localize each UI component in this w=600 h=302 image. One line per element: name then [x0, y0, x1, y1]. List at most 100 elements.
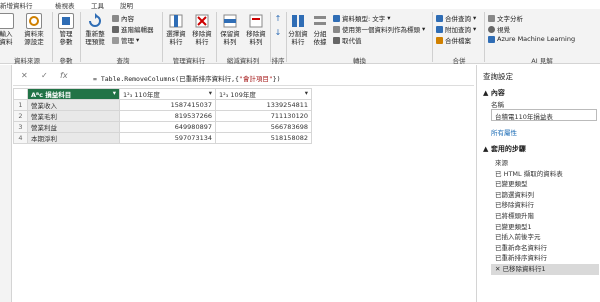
chevron-down-icon: ▾: [136, 36, 140, 44]
table-row[interactable]: 1 營業收入 1587415037 1339254811: [13, 99, 312, 111]
applied-steps-list: 來源 已 HTML 擷取的資料表 已變更類型 已篩選資料列 已移除資料行 已將標…: [491, 158, 599, 275]
azure-ml-button[interactable]: Azure Machine Learning: [488, 35, 575, 43]
ribbon-tabs: 新增資料行 檢視表 工具 說明: [0, 0, 600, 10]
sort-descending-button[interactable]: ↓: [272, 29, 284, 37]
query-settings-pane: 查詢設定 ▲ 內容 名稱 台積電110年損益表 所有屬性 ▲ 套用的步驟 來源 …: [476, 65, 600, 302]
column-header[interactable]: Aᴮc 損益科目 ▾: [27, 88, 120, 100]
append-icon: [436, 25, 443, 33]
advanced-editor-button[interactable]: 進階編輯器: [112, 24, 154, 34]
use-first-row-as-headers-button[interactable]: 使用第一個資料列作為標頭 ▾: [333, 24, 425, 34]
step-item[interactable]: 已重新排序資料行: [491, 253, 599, 264]
data-type-dropdown[interactable]: 資料類型: 文字 ▾: [333, 13, 391, 23]
properties-icon: [112, 14, 119, 22]
flask-icon: [488, 35, 495, 43]
editor-icon: [112, 25, 119, 33]
remove-columns-button[interactable]: 移除資 料行: [189, 13, 215, 46]
choose-columns-button[interactable]: 選擇資 料行: [163, 13, 189, 46]
text-type-icon: Aᴮc: [31, 91, 46, 99]
refresh-preview-button[interactable]: 重新整 理預覽: [82, 13, 108, 46]
chevron-down-icon[interactable]: ▾: [209, 89, 212, 97]
ribbon: 輸入 資料 資料來 源設定 資料來源 管理 參數 參數 重新整 理預覽 內容 進…: [0, 9, 600, 65]
keep-rows-icon: [222, 13, 238, 29]
remove-rows-icon: [248, 13, 264, 29]
chevron-down-icon: ▾: [473, 25, 477, 33]
data-source-settings-button[interactable]: 資料來 源設定: [21, 13, 47, 46]
group-label-sort: 排序: [271, 57, 285, 65]
replace-values-button[interactable]: 取代值: [333, 35, 362, 45]
combine-files-icon: [436, 36, 443, 44]
chevron-down-icon[interactable]: ▾: [113, 89, 116, 97]
applied-steps-heading[interactable]: ▲ 套用的步驟: [483, 144, 526, 154]
column-header[interactable]: 1²₃ 110年度 ▾: [119, 88, 216, 100]
table-row[interactable]: 4 本期淨利 597073134 518158082: [13, 132, 312, 144]
parameters-icon: [58, 13, 74, 29]
append-queries-button[interactable]: 附加查詢 ▾: [436, 24, 476, 34]
group-by-button[interactable]: 分組 依據: [309, 13, 331, 46]
replace-icon: [333, 36, 340, 44]
combine-files-button[interactable]: 合併檔案: [436, 35, 471, 45]
merge-icon: [436, 14, 443, 22]
gear-icon: [26, 13, 42, 29]
group-label-params: 參數: [59, 57, 73, 65]
step-item[interactable]: 已 HTML 擷取的資料表: [491, 169, 599, 180]
remove-rows-button[interactable]: 移除資 料列: [243, 13, 269, 46]
merge-queries-button[interactable]: 合併查詢 ▾: [436, 13, 476, 23]
chevron-down-icon: ▾: [387, 14, 391, 22]
grid-corner[interactable]: [13, 88, 28, 100]
formula-input[interactable]: = Table.RemoveColumns(已重新排序資料行,{"會計項目"}): [93, 73, 281, 83]
sort-descending-icon: ↓: [274, 28, 282, 37]
close-icon[interactable]: ✕: [495, 265, 503, 273]
step-item[interactable]: 已移除資料行: [491, 200, 599, 211]
close-icon[interactable]: ✕: [21, 71, 28, 80]
function-icon[interactable]: fx: [60, 71, 68, 80]
data-type-icon: [333, 14, 340, 22]
name-label: 名稱: [491, 101, 504, 109]
split-column-button[interactable]: 分割資 料行: [287, 13, 309, 46]
properties-heading[interactable]: ▲ 內容: [483, 88, 505, 98]
sort-ascending-button[interactable]: ↑: [272, 15, 284, 23]
group-label-manage-columns: 管理資料行: [172, 57, 206, 65]
table-row[interactable]: 3 營業利益 649980897 566783698: [13, 121, 312, 133]
group-label-reduce-rows: 縮減資料列: [226, 57, 260, 65]
group-label-combine: 合併: [452, 57, 466, 65]
text-analytics-button[interactable]: 文字分析: [488, 13, 523, 23]
group-by-icon: [312, 13, 328, 29]
step-item[interactable]: 已重新命名資料行: [491, 243, 599, 254]
manage-dropdown[interactable]: 管理 ▾: [112, 35, 139, 45]
integer-type-icon: 1²₃: [123, 91, 135, 99]
data-grid: Aᴮc 損益科目 ▾ 1²₃ 110年度 ▾ 1²₃ 109年度 ▾ 1 營業收入 1…: [13, 88, 312, 144]
all-properties-link[interactable]: 所有屬性: [491, 127, 517, 137]
vision-button[interactable]: 視覺: [488, 24, 510, 34]
sort-ascending-icon: ↑: [274, 14, 282, 23]
formula-bar: ✕ ✓ fx = Table.RemoveColumns(已重新排序資料行,{"…: [13, 66, 474, 86]
step-item[interactable]: 已將標頭升階: [491, 211, 599, 222]
chevron-down-icon[interactable]: ▾: [305, 89, 308, 97]
step-item[interactable]: 已篩選資料列: [491, 190, 599, 201]
step-item-selected[interactable]: ✕ 已移除資料行1: [491, 263, 599, 275]
group-label-ai: AI 見解: [531, 57, 553, 65]
queries-pane-collapsed[interactable]: [0, 65, 12, 302]
step-item[interactable]: 已變更類型: [491, 179, 599, 190]
integer-type-icon: 1²₃: [219, 91, 231, 99]
refresh-icon: [87, 13, 103, 29]
column-header[interactable]: 1²₃ 109年度 ▾: [215, 88, 312, 100]
step-item[interactable]: 已插入前後字元: [491, 232, 599, 243]
enter-data-button[interactable]: 輸入 資料: [0, 13, 14, 46]
manage-parameters-button[interactable]: 管理 參數: [55, 13, 77, 46]
check-icon[interactable]: ✓: [41, 71, 48, 80]
split-column-icon: [290, 13, 306, 29]
table-icon: [0, 13, 14, 29]
group-label-data-source: 資料來源: [14, 57, 40, 65]
table-row[interactable]: 2 營業毛利 819537266 711130120: [13, 110, 312, 122]
properties-button[interactable]: 內容: [112, 13, 134, 23]
group-label-transform: 轉換: [353, 57, 366, 65]
manage-icon: [112, 36, 119, 44]
choose-columns-icon: [168, 13, 184, 29]
step-item[interactable]: 來源: [491, 158, 599, 169]
eye-icon: [488, 25, 495, 33]
query-name-input[interactable]: 台積電110年損益表: [491, 109, 597, 121]
step-item[interactable]: 已變更類型1: [491, 222, 599, 233]
chevron-down-icon: ▾: [473, 14, 477, 22]
text-analytics-icon: [488, 14, 495, 22]
keep-rows-button[interactable]: 保留資 料列: [217, 13, 243, 46]
